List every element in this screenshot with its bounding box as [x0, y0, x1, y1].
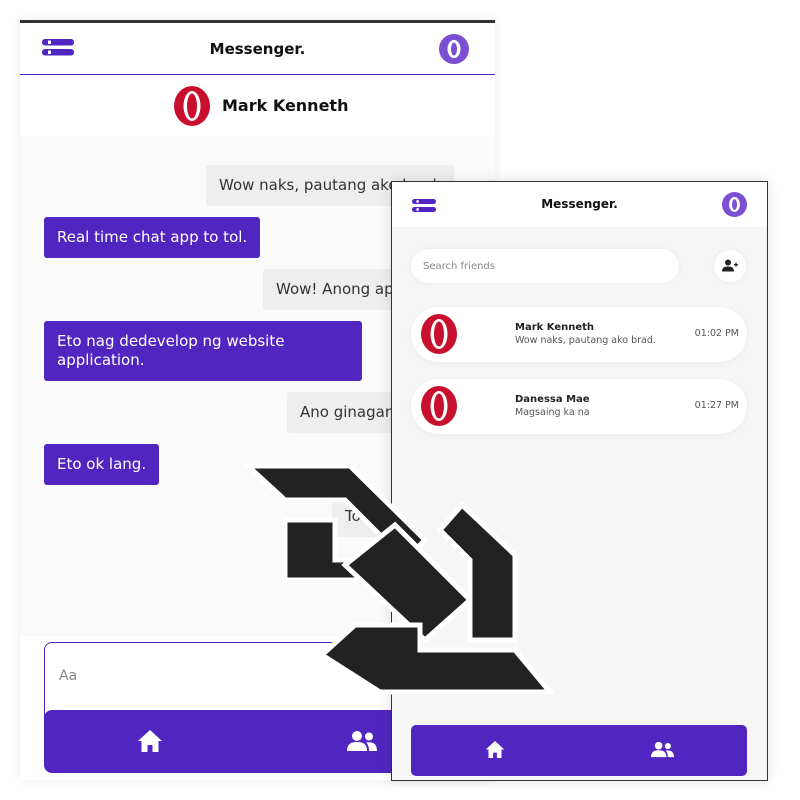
search-box[interactable]	[411, 249, 679, 283]
add-user-icon	[722, 259, 738, 272]
search-input[interactable]	[423, 258, 663, 274]
list-topbar: Messenger.	[392, 182, 767, 227]
app-title: Messenger.	[209, 40, 306, 58]
profile-icon[interactable]	[439, 34, 469, 64]
contact-header: Mark Kenneth	[20, 76, 495, 136]
message-text: Eto nag dedevelop ng website	[57, 332, 285, 350]
profile-icon[interactable]	[722, 192, 747, 217]
conversation-item[interactable]: Danessa Mae Magsaing ka na 01:27 PM	[411, 379, 747, 434]
conversation-item[interactable]: Mark Kenneth Wow naks, pautang ako brad.…	[411, 307, 747, 362]
conversation-time: 01:02 PM	[694, 328, 739, 339]
message-bubble-incoming: Real time chat app to tol.	[44, 217, 261, 258]
friends-icon[interactable]	[347, 730, 377, 752]
contact-avatar	[171, 85, 213, 127]
home-icon[interactable]	[485, 740, 505, 759]
conversation-name: Mark Kenneth	[515, 322, 595, 333]
message-bubble-incoming: Eto nag dedevelop ng website application…	[44, 321, 362, 381]
bottom-nav	[411, 725, 747, 776]
message-input[interactable]	[59, 665, 359, 687]
conversation-name: Danessa Mae	[515, 394, 590, 405]
contact-avatar	[418, 385, 460, 427]
add-friend-button[interactable]	[714, 250, 746, 282]
message-bubble-incoming: Eto ok lang.	[44, 444, 160, 485]
message-bubble-outgoing: Tol?	[332, 496, 386, 537]
friends-icon[interactable]	[651, 741, 674, 758]
contact-name: Mark Kenneth	[222, 96, 349, 115]
conversation-preview: Magsaing ka na	[515, 407, 590, 418]
contact-avatar	[418, 313, 460, 355]
conversation-preview: Wow naks, pautang ako brad.	[515, 335, 656, 346]
conversation-list-window: Messenger. Mark Kenneth Wo	[391, 181, 768, 781]
conversation-time: 01:27 PM	[694, 400, 739, 411]
home-icon[interactable]	[137, 729, 163, 753]
chat-topbar: Messenger.	[20, 23, 495, 75]
message-text: application.	[57, 351, 145, 369]
app-title: Messenger.	[541, 197, 618, 211]
